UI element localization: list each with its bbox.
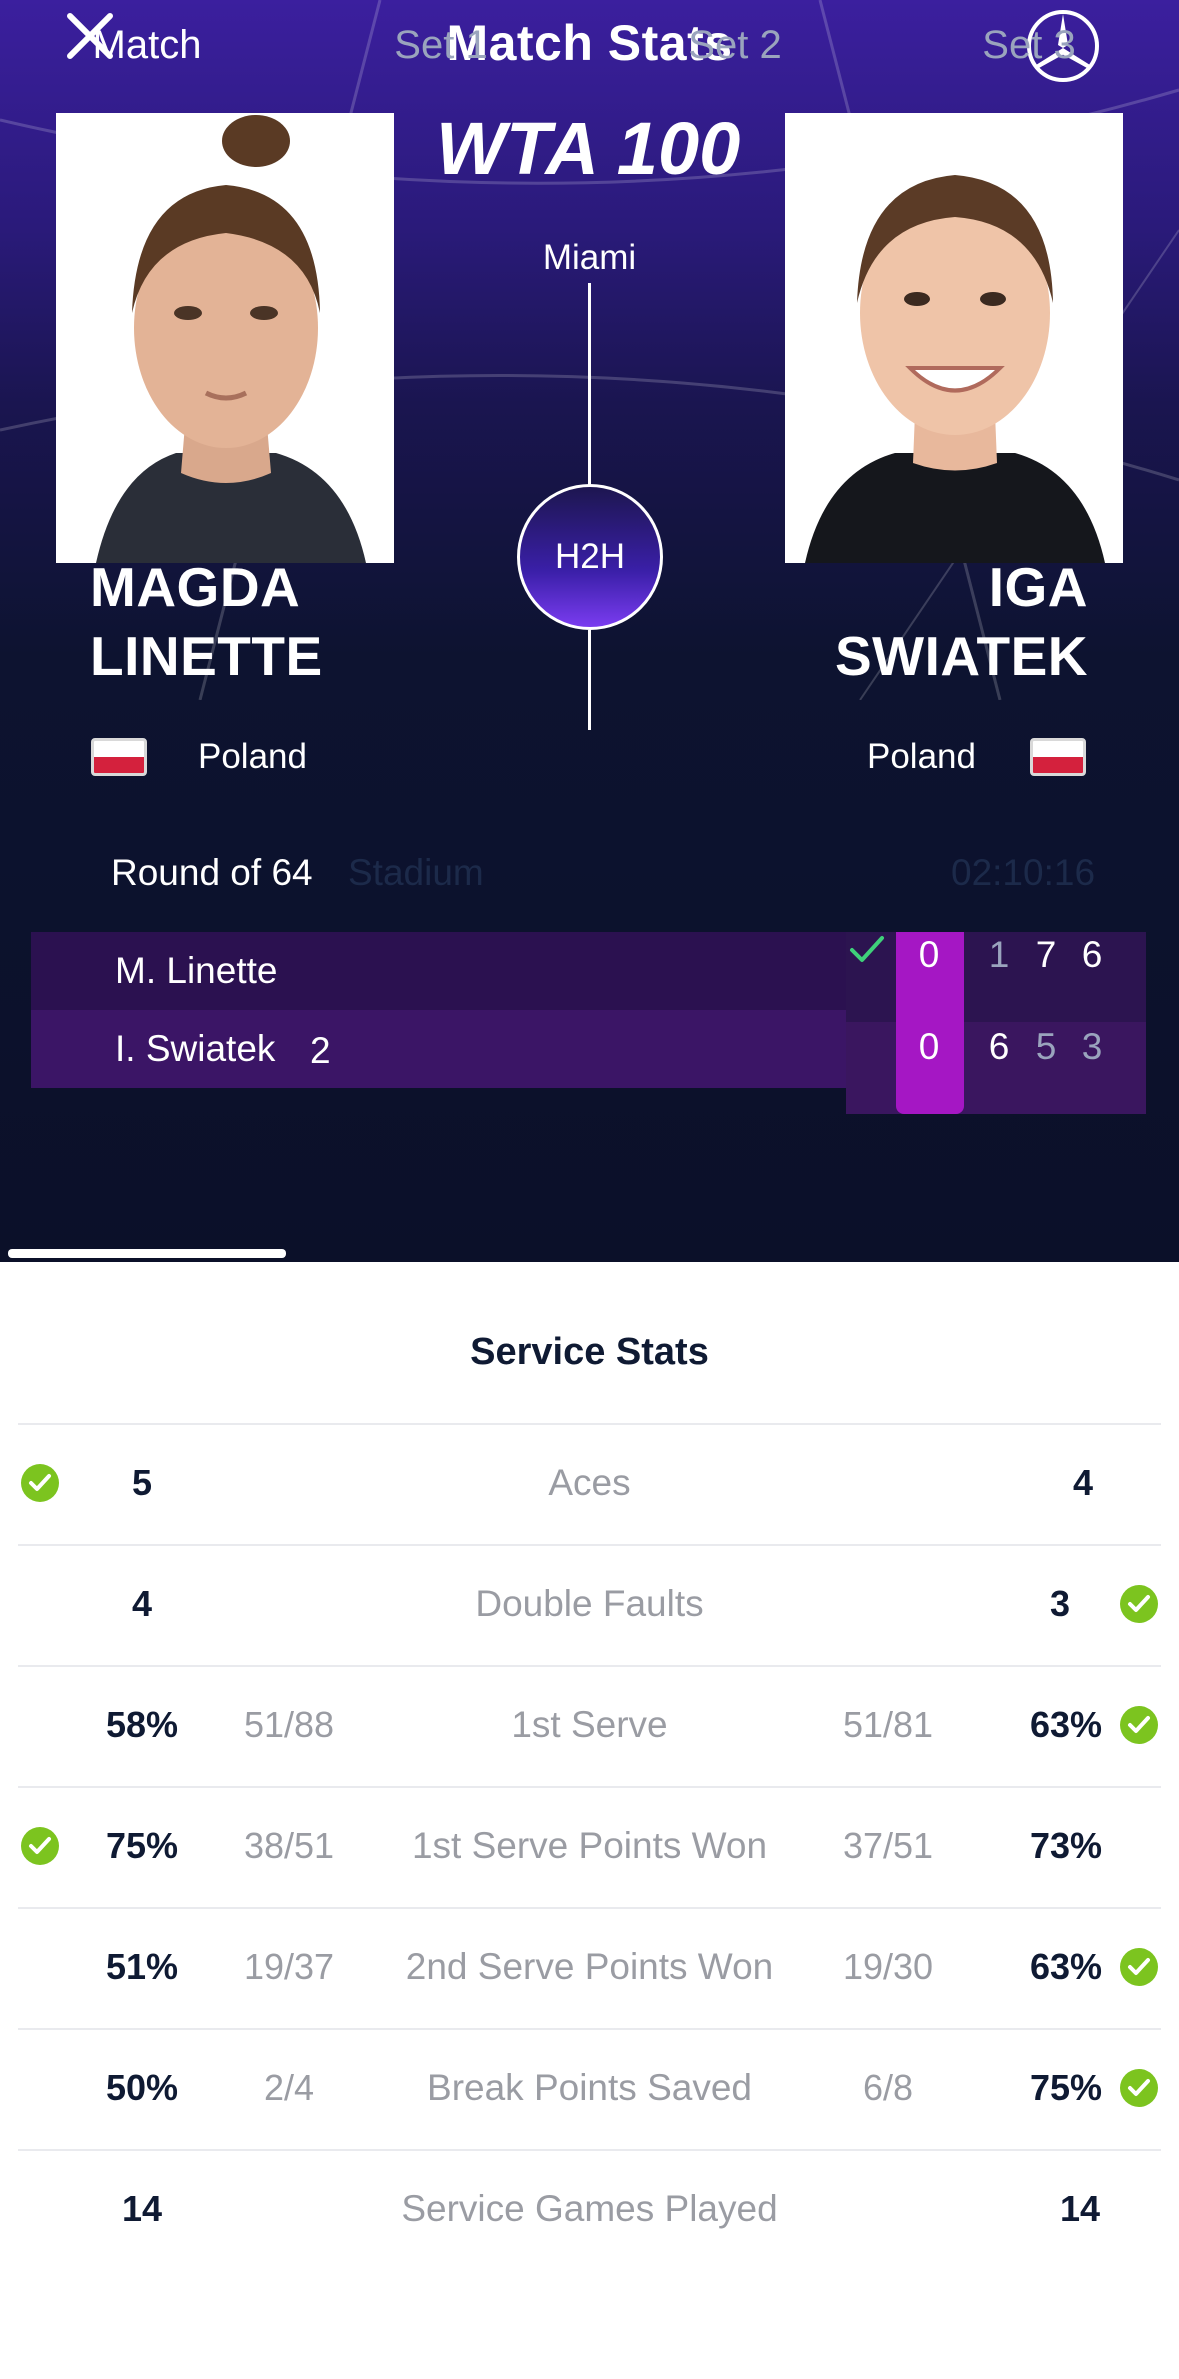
stat-value-right: 63% [1029,1704,1103,1745]
check-circle-icon [1120,1948,1158,1986]
stat-label: Break Points Saved [427,2067,752,2108]
player-name-left: MAGDA LINETTE [90,560,323,684]
check-circle-icon [1120,1585,1158,1623]
player-photo-right [785,113,1123,563]
stat-value-right: 3 [1050,1583,1071,1624]
divider-line-bottom [588,630,591,730]
tab-set-2[interactable]: Set 2 [588,0,882,122]
tab-match[interactable]: Match [0,0,294,122]
player-photo-left [56,113,394,563]
current-game-score: 0 [918,1026,940,1067]
stat-label: 1st Serve Points Won [411,1825,768,1866]
current-game-score: 0 [918,934,940,975]
scoreboard-row-swiatek: I. Swiatek [31,1010,846,1088]
check-circle-icon [1120,2069,1158,2107]
stat-row-1st-serve: 58% 51/88 1st Serve 51/81 63% [0,1666,1179,1786]
match-duration: 02:10:16 [951,852,1096,893]
stat-fraction-right: 37/51 [842,1825,934,1866]
poland-flag-icon-right [1030,738,1086,776]
section-title: Service Stats [470,1331,709,1373]
set-score: 6 [1081,934,1103,975]
stat-row-2nd-serve-points-won: 51% 19/37 2nd Serve Points Won 19/30 63% [0,1908,1179,2028]
set-score: 3 [1081,1026,1103,1067]
tab-set-3[interactable]: Set 3 [882,0,1176,122]
player-first-name-left: MAGDA [90,556,301,618]
stat-label: 1st Serve [511,1704,668,1745]
player-name-right: IGA SWIATEK [835,560,1088,684]
h2h-button[interactable]: H2H [517,484,663,630]
check-circle-icon [1120,1706,1158,1744]
stat-label: Service Games Played [401,2188,778,2229]
stat-row-double-faults: 4 Double Faults 3 [0,1545,1179,1665]
active-tab-indicator [8,1249,286,1258]
stat-fraction-right: 6/8 [862,2067,914,2108]
player-first-name-right: IGA [988,556,1088,618]
tab-set-1[interactable]: Set 1 [294,0,588,122]
stat-row-break-points-saved: 50% 2/4 Break Points Saved 6/8 75% [0,2029,1179,2149]
set-score: 7 [1035,934,1057,975]
serving-indicator: 2 [310,1030,331,1071]
match-header: Match Stats WTA 1000 Miami H2H [0,0,1179,1262]
stat-fraction-right: 51/81 [842,1704,934,1745]
match-court: Stadium [348,852,484,893]
set-score: 6 [988,1026,1010,1067]
player-last-name-right: SWIATEK [834,625,1088,687]
winner-check-icon [850,936,884,962]
stat-fraction-right: 19/30 [842,1946,934,1987]
player-last-name-left: LINETTE [90,625,323,687]
poland-flag-icon-left [91,738,147,776]
scoreboard-player-name: M. Linette [115,950,278,991]
svg-text:WTA 1000: WTA 1000 [436,112,742,186]
stat-value-right: 14 [1059,2188,1101,2229]
stat-row-service-games-played: 14 Service Games Played 14 [0,2150,1179,2270]
stat-label: Aces [548,1462,631,1503]
stat-value-right: 75% [1029,2067,1103,2108]
set-score: 5 [1035,1026,1057,1067]
stat-row-1st-serve-points-won: 75% 38/51 1st Serve Points Won 37/51 73% [0,1787,1179,1907]
stat-value-right: 63% [1029,1946,1103,1987]
player-country-right: Poland [867,737,976,776]
stat-label: 2nd Serve Points Won [405,1946,774,1987]
stat-value-right: 4 [1072,1462,1094,1503]
divider-line-top [588,283,591,486]
match-round: Round of 64 [111,852,313,893]
stat-row-aces: 5 Aces 4 [0,1424,1179,1544]
scoreboard-player-name: I. Swiatek [115,1028,276,1069]
stat-value-right: 73% [1029,1825,1103,1866]
player-country-left: Poland [198,737,307,776]
set-score: 1 [988,934,1010,975]
wta-1000-logo: WTA 1000 [436,112,742,186]
scoreboard-row-linette: M. Linette [31,932,846,1010]
